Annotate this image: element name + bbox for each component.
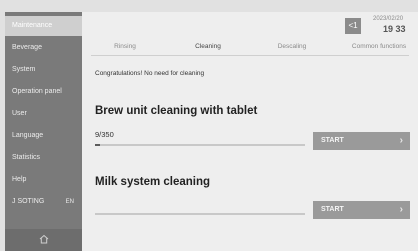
sidebar-item-help[interactable]: Help: [5, 170, 82, 190]
tab-bar: Rinsing Cleaning Descaling Common functi…: [91, 41, 418, 56]
main-panel: <1 2023/02/20 19 33 Rinsing Cleaning Des…: [82, 12, 418, 251]
brew-progress-fill: [95, 144, 101, 146]
tab-cleaning[interactable]: Cleaning: [173, 41, 243, 56]
sidebar-item-label: J SOTING: [12, 198, 45, 205]
tab-label: Descaling: [277, 43, 307, 50]
sidebar-item-system[interactable]: System: [5, 60, 82, 80]
home-button[interactable]: [5, 229, 82, 251]
sidebar-item-statistics[interactable]: Statistics: [5, 148, 82, 168]
tab-rinsing[interactable]: Rinsing: [91, 41, 159, 55]
sidebar-item-operation-panel[interactable]: Operation panel: [5, 82, 82, 102]
status-message: Congratulations! No need for cleaning: [95, 70, 205, 77]
sidebar-item-label: Operation panel: [12, 88, 62, 95]
tablet-count: 9/350: [95, 130, 114, 139]
sidebar-item-setting[interactable]: J SOTING EN: [5, 192, 82, 212]
tab-label: Common functions: [351, 43, 407, 50]
brew-unit-title: Brew unit cleaning with tablet: [95, 105, 258, 117]
sidebar-item-beverage[interactable]: Beverage: [5, 38, 82, 58]
sidebar-item-label: Beverage: [12, 44, 42, 51]
chevron-right-icon: ›: [399, 204, 403, 215]
button-label: START: [321, 206, 344, 213]
tab-label: Rinsing: [114, 43, 136, 50]
sidebar-item-label: Maintenance: [12, 22, 53, 29]
milk-start-button[interactable]: START ›: [313, 201, 410, 219]
language-code: EN: [65, 199, 74, 205]
tab-divider: [91, 55, 409, 56]
milk-system-title: Milk system cleaning: [95, 176, 211, 188]
sidebar-item-label: Help: [12, 176, 27, 183]
tab-common-functions[interactable]: Common functions: [339, 41, 418, 55]
brew-progress-bar: [95, 144, 305, 146]
app-frame: Maintenance Beverage System Operation pa…: [0, 0, 418, 251]
chevron-right-icon: ›: [399, 135, 403, 146]
sidebar-item-label: User: [12, 110, 27, 117]
sidebar-item-label: Statistics: [12, 154, 41, 161]
sidebar-item-language[interactable]: Language: [5, 126, 82, 146]
back-button[interactable]: <1: [345, 18, 361, 34]
time-display: 19 33: [383, 24, 406, 34]
brew-start-button[interactable]: START ›: [313, 132, 410, 150]
home-icon: [39, 231, 49, 249]
sidebar-item-maintenance[interactable]: Maintenance: [5, 16, 82, 36]
sidebar-item-label: System: [12, 66, 36, 73]
tab-label: Cleaning: [195, 43, 221, 50]
milk-progress-bar: [95, 213, 305, 215]
button-label: START: [321, 137, 344, 144]
sidebar-item-user[interactable]: User: [5, 104, 82, 124]
sidebar: Maintenance Beverage System Operation pa…: [5, 12, 82, 251]
date-display: 2023/02/20: [373, 16, 404, 22]
sidebar-item-label: Language: [12, 132, 44, 139]
tab-descaling[interactable]: Descaling: [257, 41, 327, 55]
